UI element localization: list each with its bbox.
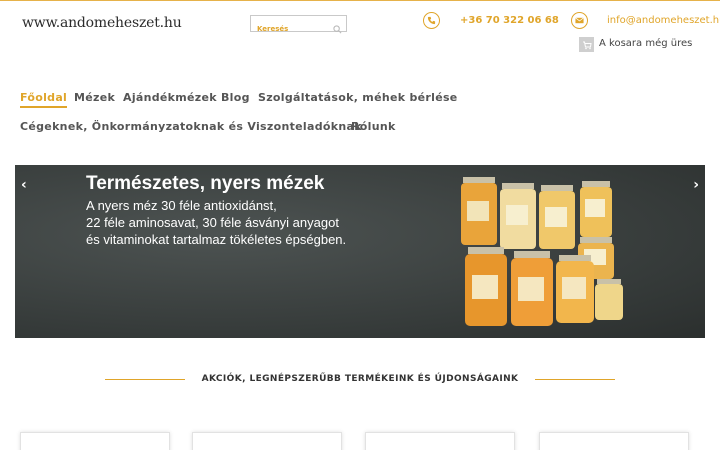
slide-text-line: és vitaminokat tartalmaz tökéletes épség… <box>86 232 347 247</box>
slide-title: Természetes, nyers mézek <box>86 173 325 194</box>
cart-icon[interactable] <box>579 37 594 52</box>
phone-number[interactable]: +36 70 322 06 68 <box>460 15 559 26</box>
logo-text: www.andomeheszet.hu <box>22 15 182 31</box>
search-icon[interactable] <box>333 19 342 38</box>
nav-item-blog[interactable]: Blog <box>221 91 250 104</box>
search-box[interactable] <box>250 15 347 37</box>
nav-item-cegeknek[interactable]: Cégeknek, Önkormányzatoknak és Viszontel… <box>20 120 362 133</box>
product-card[interactable] <box>192 432 342 450</box>
nav-item-mezek[interactable]: Mézek <box>74 91 115 104</box>
top-accent-line <box>0 0 720 1</box>
product-card[interactable] <box>539 432 689 450</box>
section-divider-right <box>535 379 615 380</box>
honey-jars-image <box>461 177 623 326</box>
email-link[interactable]: info@andomeheszet.hu <box>607 15 720 26</box>
cart-status[interactable]: A kosara még üres <box>599 38 692 49</box>
slide-text-line: A nyers méz 30 féle antioxidánst, <box>86 198 277 213</box>
product-card[interactable] <box>365 432 515 450</box>
nav-item-fooldal[interactable]: Főoldal <box>20 91 68 108</box>
mail-icon <box>571 12 588 29</box>
nav-item-ajandekmezek[interactable]: Ajándékmézek <box>123 91 217 104</box>
nav-item-szolgaltatasok[interactable]: Szolgáltatások, méhek bérlése <box>258 91 458 104</box>
hero-slider[interactable]: Természetes, nyers mézek A nyers méz 30 … <box>15 165 705 338</box>
nav-item-rolunk[interactable]: Rólunk <box>351 120 396 133</box>
product-card[interactable] <box>20 432 170 450</box>
search-input[interactable] <box>251 21 329 37</box>
slider-prev-arrow-icon[interactable]: ‹ <box>21 177 27 193</box>
phone-icon <box>423 12 440 29</box>
slider-next-arrow-icon[interactable]: › <box>693 177 699 193</box>
slide-text-line: 22 féle aminosavat, 30 féle ásványi anya… <box>86 215 339 230</box>
site-logo[interactable]: www.andomeheszet.hu <box>22 15 182 31</box>
slide-text: A nyers méz 30 féle antioxidánst, 22 fél… <box>86 197 416 248</box>
